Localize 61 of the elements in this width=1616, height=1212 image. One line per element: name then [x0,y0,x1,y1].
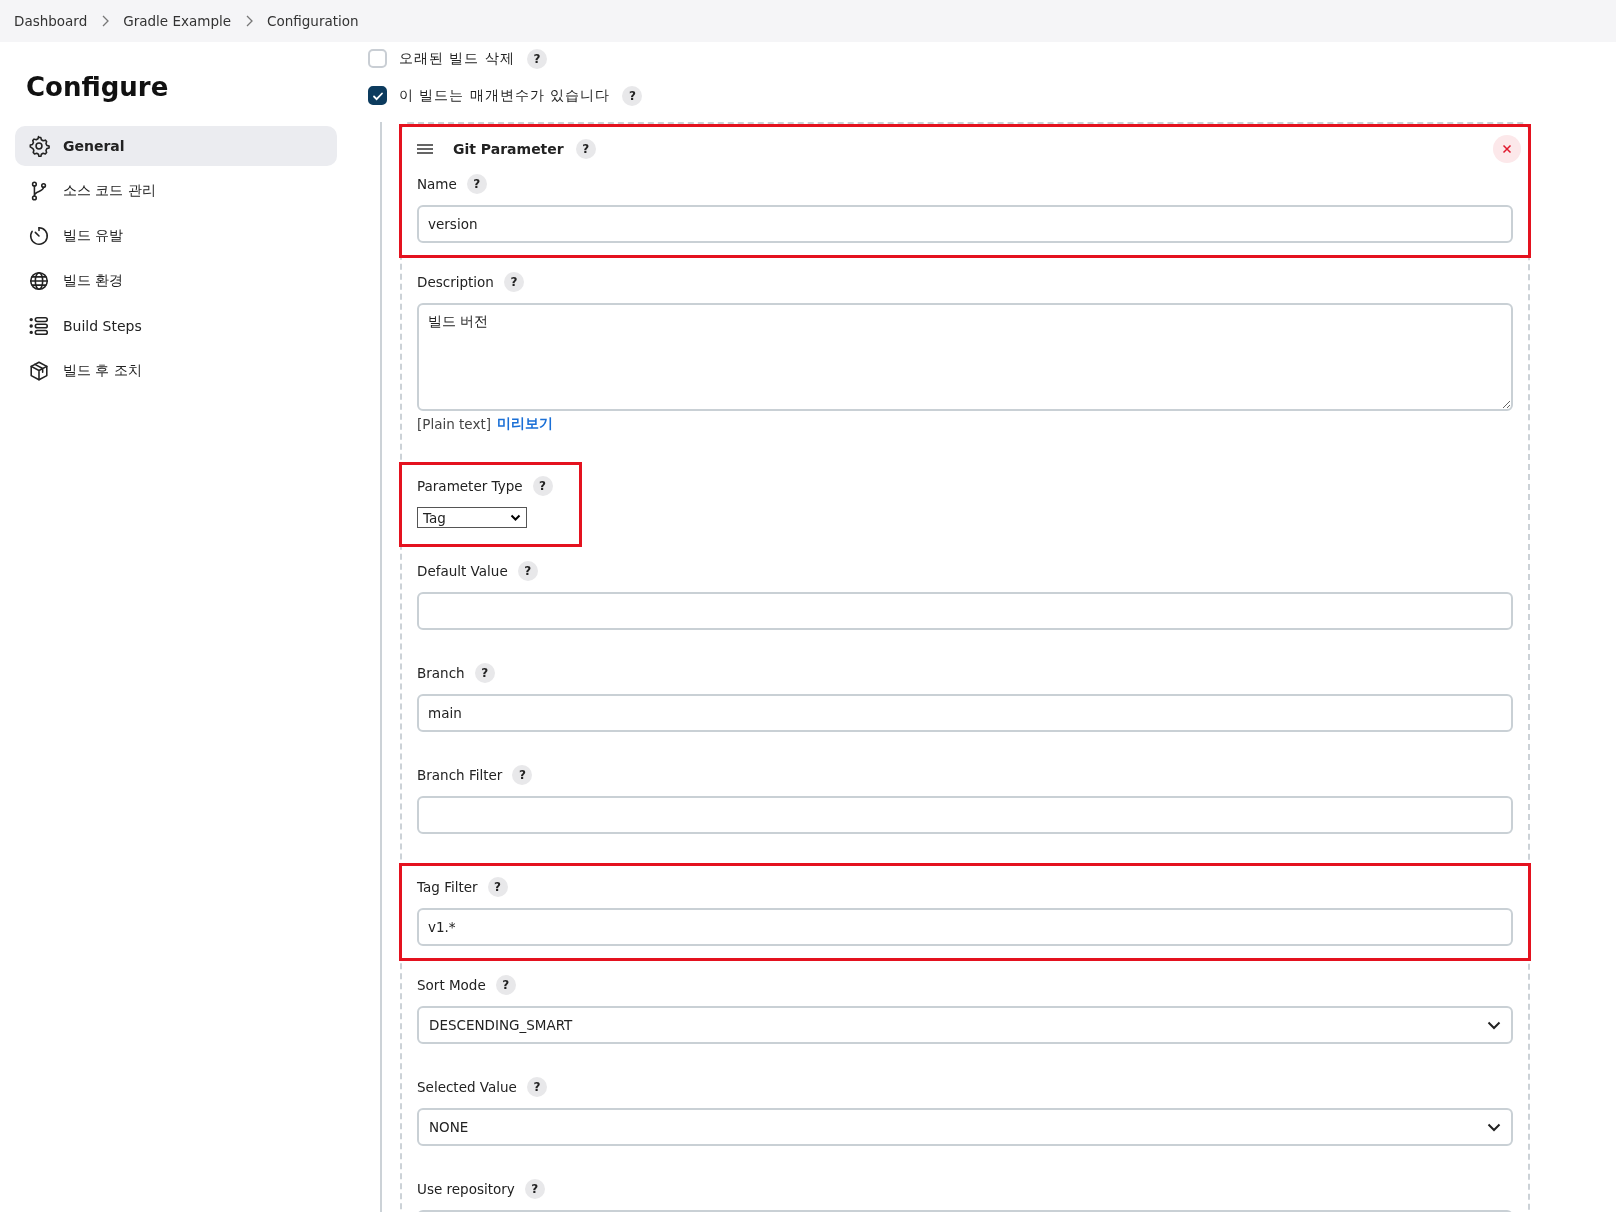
field-label: Selected Value [417,1079,517,1095]
help-button[interactable]: ? [466,174,487,194]
sidebar-item[interactable]: Build Steps [15,306,337,346]
field-label: Branch Filter [417,767,503,783]
breadcrumb-link[interactable]: Gradle Example [123,13,232,29]
page-title: Configure [26,72,170,102]
text-field[interactable]: main [417,694,1513,732]
text-field[interactable] [417,796,1513,834]
help-button[interactable]: ? [495,975,516,995]
sidebar-item[interactable]: 빌드 유발 [15,216,337,256]
checkbox-label: 오래된 빌드 삭제 [399,49,515,68]
sidebar-item[interactable]: 빌드 후 조치 [15,351,337,391]
dropdown[interactable]: NONE [417,1108,1513,1146]
preview-link[interactable]: 미리보기 [496,415,553,433]
field-label: Tag Filter [417,879,478,895]
package-icon [28,360,50,382]
parameter-type-dropdown[interactable]: Tag [417,507,527,528]
parameter-title: Git Parameter [453,141,564,157]
field-label: Use repository [417,1181,515,1197]
help-button[interactable]: ? [622,85,643,106]
help-button[interactable]: ? [487,877,508,897]
help-button[interactable]: ? [474,663,495,683]
field-label: Description [417,274,494,290]
sidebar-item[interactable]: 소스 코드 관리 [15,171,337,211]
drag-handle-icon[interactable] [417,143,433,155]
text-field[interactable]: v1.* [417,908,1513,946]
sidebar-item[interactable]: 빌드 환경 [15,261,337,301]
text-field[interactable]: version [417,205,1513,243]
field-label: Default Value [417,563,508,579]
timer-icon [28,225,50,247]
help-button[interactable]: ? [524,1179,545,1199]
checkbox-label: 이 빌드는 매개변수가 있습니다 [399,86,611,105]
close-icon [1502,144,1512,154]
chevron-down-icon [1487,1020,1501,1030]
help-button[interactable]: ? [517,561,538,581]
text-field[interactable] [417,592,1513,630]
field-label: Name [417,176,457,192]
globe-icon [28,270,50,292]
list-icon [28,315,50,337]
chevron-right-icon [101,15,110,27]
chevron-down-icon [1487,1122,1501,1132]
dropdown[interactable]: DESCENDING_SMART [417,1006,1513,1044]
help-button[interactable]: ? [575,139,596,159]
gear-icon [28,135,50,157]
chevron-down-icon [510,513,521,522]
help-button[interactable]: ? [532,476,553,496]
breadcrumb-link[interactable]: Configuration [267,13,359,29]
help-button[interactable]: ? [526,1077,547,1097]
format-note: [Plain text] [417,416,491,432]
field-label: Parameter Type [417,478,523,494]
help-button[interactable]: ? [526,48,547,69]
help-button[interactable]: ? [503,272,524,292]
chevron-right-icon [245,15,254,27]
breadcrumb-link[interactable]: Dashboard [14,13,88,29]
field-label: Sort Mode [417,977,486,993]
field-label: Branch [417,665,465,681]
description-field[interactable]: 빌드 버전 [417,303,1513,411]
sidebar-item[interactable]: General [15,126,337,166]
help-button[interactable]: ? [512,765,533,785]
close-button[interactable] [1493,135,1521,163]
checkbox[interactable] [368,86,387,105]
